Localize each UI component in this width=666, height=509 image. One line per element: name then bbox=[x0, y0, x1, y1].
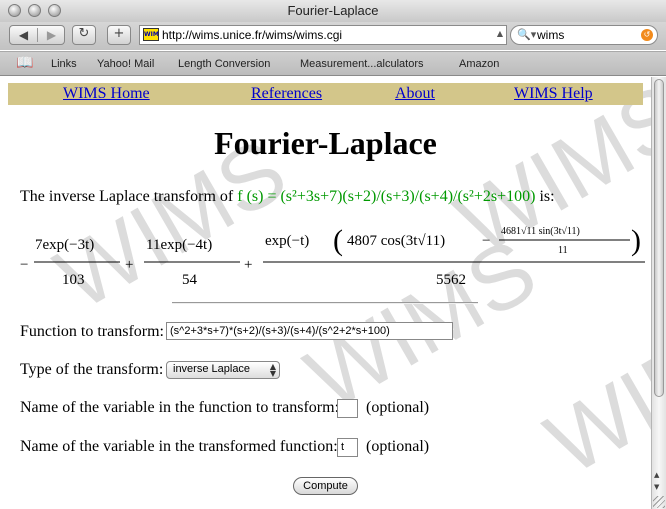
bookmark-links[interactable]: Links bbox=[51, 58, 77, 70]
term3-numerator-a: exp(−t) bbox=[265, 233, 309, 249]
optional-note: (optional) bbox=[366, 399, 430, 416]
site-favicon-icon: WIMS bbox=[143, 28, 159, 41]
term1-denominator: 103 bbox=[62, 272, 85, 288]
resize-grip-icon[interactable] bbox=[653, 496, 665, 508]
bookmark-length-conversion[interactable]: Length Conversion bbox=[178, 58, 270, 70]
watermark: WIMS bbox=[530, 285, 652, 495]
vertical-scrollbar[interactable]: ▲ ▼ bbox=[651, 77, 666, 509]
plus-sign: + bbox=[244, 257, 252, 273]
function-display: f (s) = (s²+3s+7)(s+2)/(s+3)/(s+4)/(s²+2… bbox=[237, 188, 536, 205]
minus-sign: − bbox=[20, 257, 28, 273]
term3-numerator-b: 4807 cos(3t√11) bbox=[347, 233, 445, 249]
transform-type-select[interactable]: inverse Laplace ▲ ▼ bbox=[166, 361, 280, 379]
clear-search-icon[interactable]: ↺ bbox=[641, 29, 653, 41]
bookmarks-book-icon[interactable]: 📖 bbox=[16, 55, 33, 71]
nav-references-link[interactable]: References bbox=[251, 85, 322, 103]
back-forward-buttons: ◀ ▶ bbox=[9, 25, 65, 45]
url-history-icon[interactable]: ▲ bbox=[497, 29, 503, 38]
open-paren: ( bbox=[333, 224, 343, 257]
term3-inner-denominator: 11 bbox=[558, 245, 568, 256]
window-title: Fourier-Laplace bbox=[287, 3, 379, 18]
bookmarks-bar: 📖 Links Yahoo! Mail Length Conversion Me… bbox=[0, 51, 666, 76]
plus-sign: + bbox=[125, 257, 133, 273]
function-label: Function to transform: bbox=[20, 323, 164, 340]
page-title: Fourier-Laplace bbox=[214, 125, 437, 161]
scrollbar-thumb[interactable] bbox=[654, 79, 664, 397]
window-titlebar: Fourier-Laplace bbox=[0, 0, 666, 23]
term1-numerator: 7exp(−3t) bbox=[35, 237, 94, 253]
bookmark-measurement-calculators[interactable]: Measurement...alculators bbox=[300, 58, 424, 70]
variable-out-input[interactable]: t bbox=[337, 438, 358, 457]
nav-wims-help-link[interactable]: WIMS Help bbox=[514, 85, 593, 103]
search-icon[interactable]: 🔍▾ bbox=[517, 28, 536, 41]
intro-suffix: is: bbox=[539, 188, 555, 205]
result-formula: − 7exp(−3t) 103 + 11exp(−4t) 54 + exp(−t… bbox=[20, 224, 645, 288]
term3-denominator: 5562 bbox=[436, 272, 466, 288]
search-field[interactable]: 🔍▾ wims ↺ bbox=[510, 25, 658, 45]
optional-note: (optional) bbox=[366, 438, 430, 455]
term2-numerator: 11exp(−4t) bbox=[146, 237, 212, 253]
search-text[interactable]: wims bbox=[537, 28, 564, 42]
wims-nav-bar: WIMS Home References About WIMS Help bbox=[8, 83, 643, 105]
variable-in-input[interactable] bbox=[337, 399, 358, 418]
forward-button[interactable]: ▶ bbox=[38, 26, 65, 44]
type-label: Type of the transform: bbox=[20, 361, 164, 378]
close-paren: ) bbox=[631, 224, 641, 257]
scroll-down-icon[interactable]: ▼ bbox=[654, 483, 659, 491]
bookmark-yahoo-mail[interactable]: Yahoo! Mail bbox=[97, 58, 154, 70]
back-button[interactable]: ◀ bbox=[10, 26, 37, 44]
term2-denominator: 54 bbox=[182, 272, 198, 288]
variable-out-label: Name of the variable in the transformed … bbox=[20, 438, 338, 455]
add-bookmark-button[interactable]: + bbox=[107, 25, 131, 45]
page-content: WIMS WIMS WIMS WIMS WIMS Home References… bbox=[0, 77, 651, 509]
address-bar[interactable]: WIMS http://wims.unice.fr/wims/wims.cgi … bbox=[139, 25, 507, 45]
url-text[interactable]: http://wims.unice.fr/wims/wims.cgi bbox=[162, 28, 342, 42]
intro-prefix: The inverse Laplace transform of bbox=[20, 188, 234, 205]
transform-type-value: inverse Laplace bbox=[173, 363, 251, 375]
term3-inner-numerator: 4681√11 sin(3t√11) bbox=[501, 226, 580, 237]
variable-in-label: Name of the variable in the function to … bbox=[20, 399, 340, 416]
select-arrows-icon: ▲ ▼ bbox=[269, 362, 276, 378]
minus-sign: − bbox=[482, 233, 490, 249]
reload-button[interactable]: ↻ bbox=[72, 25, 96, 45]
scroll-up-icon[interactable]: ▲ bbox=[654, 471, 659, 479]
function-input[interactable]: (s^2+3*s+7)*(s+2)/(s+3)/(s+4)/(s^2+2*s+1… bbox=[166, 322, 453, 340]
bookmark-amazon[interactable]: Amazon bbox=[459, 58, 499, 70]
nav-about-link[interactable]: About bbox=[395, 85, 435, 103]
divider bbox=[172, 302, 478, 304]
intro-text: The inverse Laplace transform of f (s) =… bbox=[20, 188, 555, 206]
nav-wims-home-link[interactable]: WIMS Home bbox=[63, 85, 150, 103]
compute-button[interactable]: Compute bbox=[293, 477, 358, 495]
